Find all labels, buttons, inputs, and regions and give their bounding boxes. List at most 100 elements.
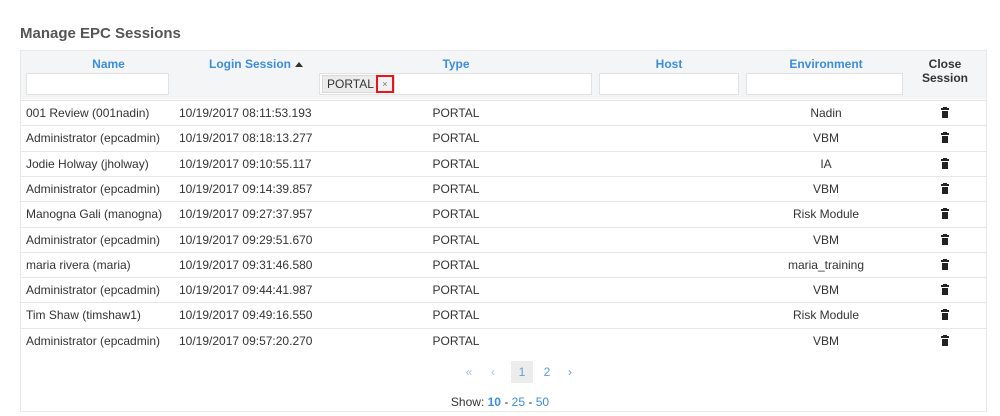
cell-name: Administrator (epcadmin) (26, 131, 161, 146)
table-row: maria rivera (maria) 10/19/2017 09:31:46.… (21, 251, 986, 277)
trash-icon[interactable] (941, 182, 949, 194)
cell-name: Administrator (epcadmin) (26, 232, 161, 247)
cell-name: 001 Review (001nadin) (26, 106, 150, 120)
cell-login-session: 10/19/2017 08:18:13.277 (179, 131, 313, 146)
page-size-50[interactable]: 50 (536, 395, 549, 409)
name-filter-input[interactable] (26, 73, 169, 95)
show-label: Show: (450, 395, 485, 409)
sort-ascending-icon (295, 62, 303, 68)
cell-login-session: 10/19/2017 09:10:55.117 (179, 156, 312, 171)
trash-icon[interactable] (941, 284, 949, 296)
type-filter-input[interactable]: PORTAL × (319, 73, 592, 95)
column-header-login-session[interactable]: Login Session (181, 57, 331, 71)
cell-host (599, 152, 739, 176)
cell-type: PORTAL (432, 106, 480, 120)
table-row: Manogna Gali (manogna) 10/19/2017 09:27:3… (21, 201, 986, 226)
table-row: Jodie Holway (jholway) 10/19/2017 09:10:5… (21, 150, 986, 176)
cell-environment: IA (820, 156, 832, 171)
cell-environment: Risk Module (792, 207, 860, 222)
host-filter-input[interactable] (599, 73, 739, 95)
cell-environment: VBM (812, 181, 839, 196)
table-row: Administrator (epcadmin) 10/19/2017 09:44… (21, 277, 986, 302)
cell-login-session: 10/19/2017 09:57:20.270 (179, 333, 313, 348)
trash-icon[interactable] (941, 258, 949, 270)
cell-name: Jodie Holway (jholway) (26, 156, 149, 171)
cell-type: PORTAL (432, 156, 480, 171)
cell-name: Manogna Gali (manogna) (26, 207, 163, 222)
table-row: Administrator (epcadmin) 10/19/2017 08:18… (21, 125, 986, 150)
column-header-close-session: Close Session (921, 57, 969, 85)
trash-icon[interactable] (941, 334, 949, 346)
cell-environment: Risk Module (792, 308, 860, 323)
trash-icon[interactable] (941, 132, 949, 144)
sessions-table: Name Login Session Type Host Environment… (20, 50, 987, 412)
cell-type: PORTAL (432, 131, 480, 146)
table-row: Tim Shaw (timshaw1) 10/19/2017 09:49:16.5… (21, 302, 986, 327)
trash-icon[interactable] (941, 208, 949, 220)
cell-environment: VBM (812, 283, 839, 298)
cell-login-session: 10/19/2017 09:29:51.670 (179, 232, 313, 247)
environment-filter-input[interactable] (746, 73, 903, 95)
cell-name: Administrator (epcadmin) (26, 283, 161, 298)
column-header-host[interactable]: Host (599, 57, 739, 71)
first-page-button[interactable]: « (463, 361, 475, 383)
cell-host (599, 278, 739, 302)
cell-type: PORTAL (432, 257, 480, 272)
cell-host (599, 329, 739, 353)
page-size-separator: - (504, 395, 509, 409)
cell-login-session: 10/19/2017 08:11:53.193 (179, 106, 312, 120)
table-header: Name Login Session Type Host Environment… (21, 51, 986, 99)
table-row: Administrator (epcadmin) 10/19/2017 09:14… (21, 175, 986, 201)
page-size-selector: Show: 10 - 25 - 50 (0, 395, 1000, 409)
type-filter-tag-label: PORTAL (327, 77, 374, 91)
cell-login-session: 10/19/2017 09:31:46.580 (179, 257, 313, 272)
column-header-login-session-label: Login Session (208, 57, 291, 71)
trash-icon[interactable] (941, 233, 949, 245)
cell-login-session: 10/19/2017 09:44:41.987 (179, 283, 313, 298)
cell-environment: maria_training (787, 257, 865, 272)
page-1-button[interactable]: 1 (511, 361, 533, 383)
remove-tag-icon[interactable]: × (375, 75, 394, 93)
page-size-25[interactable]: 25 (512, 395, 525, 409)
cell-host (599, 303, 739, 327)
cell-host (599, 177, 739, 201)
pagination: « ‹ 1 2 › (0, 361, 1000, 383)
cell-type: PORTAL (432, 232, 480, 247)
prev-page-button[interactable]: ‹ (487, 361, 499, 383)
cell-host (599, 253, 739, 277)
cell-environment: VBM (812, 333, 839, 348)
cell-host (599, 202, 739, 226)
cell-type: PORTAL (432, 283, 480, 298)
type-filter-tag: PORTAL × (322, 75, 395, 93)
column-header-environment[interactable]: Environment (746, 57, 906, 71)
cell-type: PORTAL (432, 333, 480, 348)
cell-environment: Nadin (810, 106, 842, 120)
table-row: Administrator (epcadmin) 10/19/2017 09:29… (21, 226, 986, 252)
cell-host (599, 101, 739, 125)
cell-name: Administrator (epcadmin) (26, 333, 161, 348)
cell-host (599, 228, 739, 252)
page-2-button[interactable]: 2 (540, 361, 554, 383)
table-row: Administrator (epcadmin) 10/19/2017 09:57… (21, 327, 986, 353)
cell-type: PORTAL (432, 308, 480, 323)
cell-name: maria rivera (maria) (26, 257, 131, 272)
cell-host (599, 126, 739, 150)
cell-login-session: 10/19/2017 09:49:16.550 (179, 308, 313, 323)
page-size-10[interactable]: 10 (488, 395, 501, 409)
column-header-type[interactable]: Type (321, 57, 591, 71)
cell-login-session: 10/19/2017 09:27:37.957 (179, 207, 313, 222)
column-header-name[interactable]: Name (21, 57, 196, 71)
cell-environment: VBM (812, 232, 839, 247)
cell-name: Administrator (epcadmin) (26, 181, 161, 196)
cell-type: PORTAL (432, 181, 480, 196)
trash-icon[interactable] (941, 309, 949, 321)
trash-icon[interactable] (941, 107, 949, 118)
cell-name: Tim Shaw (timshaw1) (26, 308, 141, 323)
cell-type: PORTAL (432, 207, 480, 222)
next-page-button[interactable]: › (564, 361, 576, 383)
table-row: 001 Review (001nadin) 10/19/2017 08:11:53… (21, 100, 986, 125)
trash-icon[interactable] (941, 157, 949, 169)
cell-login-session: 10/19/2017 09:14:39.857 (179, 181, 313, 196)
cell-environment: VBM (812, 131, 839, 146)
page-title: Manage EPC Sessions (20, 25, 181, 42)
